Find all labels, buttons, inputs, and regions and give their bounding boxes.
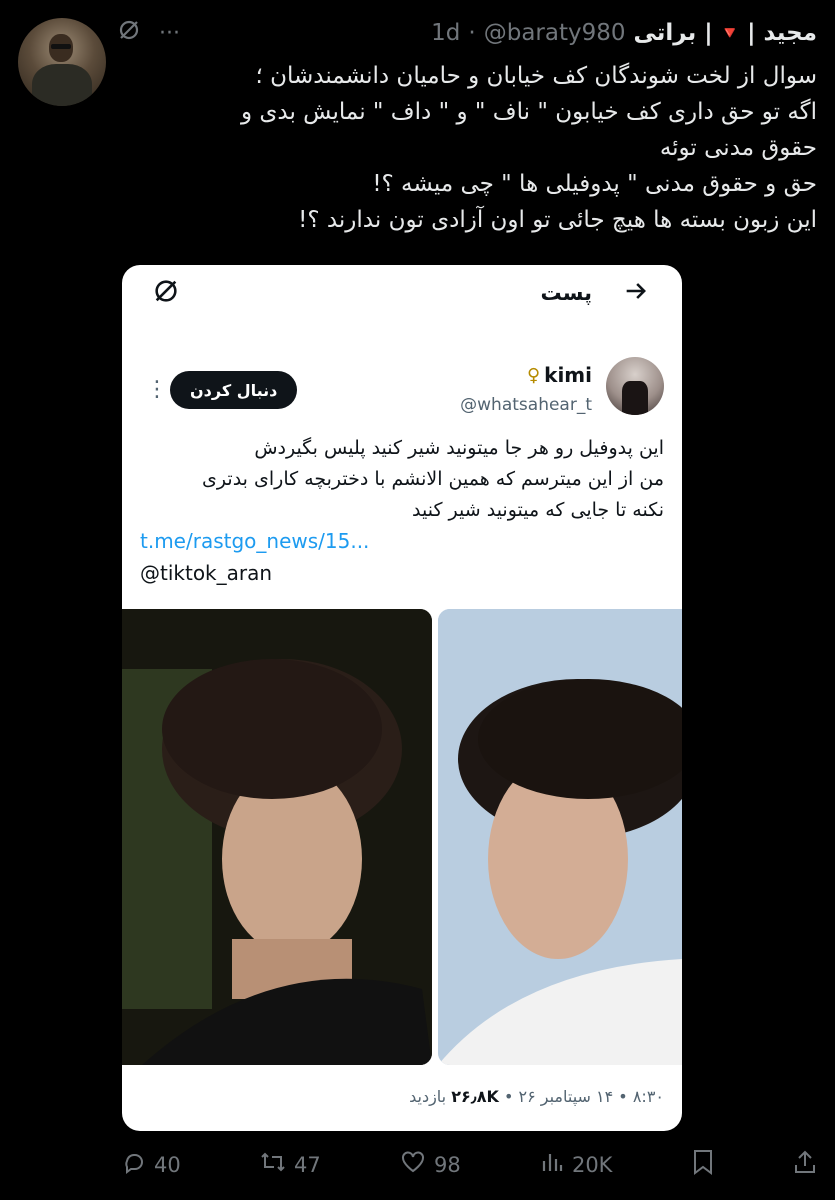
author-display-name[interactable]: براتی | 🔻 | مجید (634, 20, 818, 46)
quoted-post-link: t.me/rastgo_news/15... (140, 529, 370, 553)
views-chart-icon (540, 1150, 564, 1180)
tweet-actions: 40 47 98 20K (122, 1148, 817, 1182)
share-button[interactable] (793, 1149, 817, 1181)
author-handle[interactable]: @baraty980 (484, 20, 626, 46)
photo-right (438, 609, 682, 1065)
female-symbol-icon: ♀ (526, 364, 541, 386)
quoted-post-mention: @tiktok_aran (140, 561, 273, 585)
arrow-right-icon (622, 277, 650, 313)
grok-icon (152, 277, 180, 313)
reply-button[interactable]: 40 (122, 1150, 181, 1180)
quoted-post-text: این پدوفیل رو هر جا میتونید شیر کنید پلی… (202, 437, 664, 521)
embedded-post-screenshot[interactable]: پست ♀ kimi @whatsahear_t دنبال کردن ⋮ ای… (122, 265, 682, 1131)
card-header-title: پست (540, 281, 593, 305)
tweet-text: سوال از لخت شوندگان کف خیابان و حامیان د… (240, 63, 817, 233)
quoted-post-meta: ۸:۳۰ • ۱۴ سپتامبر ۲۶ • ۲۶٫۸K بازدید (409, 1087, 664, 1106)
grok-icon[interactable] (117, 18, 141, 48)
red-triangle-icon: 🔻 (718, 22, 742, 44)
quoted-author-handle: @whatsahear_t (460, 395, 592, 415)
retweet-button[interactable]: 47 (260, 1150, 321, 1180)
follow-button: دنبال کردن (170, 371, 298, 409)
quoted-author-avatar (606, 357, 664, 415)
like-button[interactable]: 98 (400, 1150, 461, 1180)
views-button[interactable]: 20K (540, 1150, 612, 1180)
tweet-time[interactable]: 1d (431, 20, 460, 46)
bookmark-button[interactable] (692, 1149, 714, 1181)
bookmark-icon (692, 1149, 714, 1181)
separator: · (468, 20, 476, 46)
tweet-header: براتی | 🔻 | مجید @baraty980 · 1d ··· (117, 16, 817, 50)
card-header: پست (122, 265, 682, 325)
more-vertical-icon: ⋮ (146, 377, 168, 402)
share-icon (793, 1149, 817, 1181)
retweet-icon (260, 1150, 286, 1180)
reply-icon (122, 1150, 146, 1180)
more-icon[interactable]: ··· (159, 21, 180, 46)
photo-left (122, 609, 432, 1065)
heart-icon (400, 1150, 426, 1180)
quoted-author-name: ♀ kimi (526, 363, 592, 387)
